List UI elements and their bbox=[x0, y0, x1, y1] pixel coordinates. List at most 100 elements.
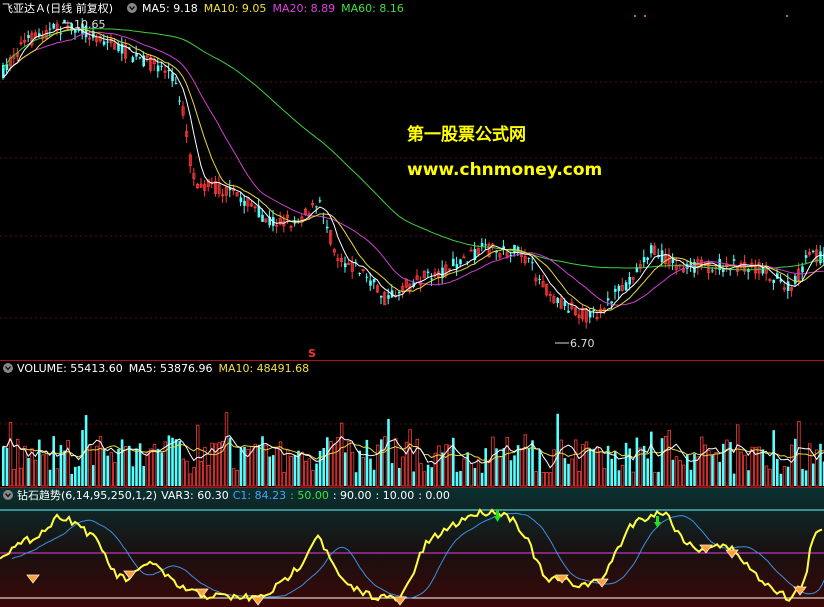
candle-body bbox=[59, 33, 63, 35]
volume-bar bbox=[718, 461, 721, 486]
candle-body bbox=[812, 250, 815, 252]
volume-bar bbox=[786, 466, 790, 486]
candle-body bbox=[588, 311, 592, 318]
candle-body bbox=[318, 200, 322, 202]
volume-bar bbox=[344, 452, 347, 486]
volume-bar bbox=[315, 463, 318, 486]
candle-body bbox=[358, 272, 361, 274]
candle-body bbox=[365, 276, 369, 278]
volume-bar bbox=[156, 448, 160, 486]
volume-bar bbox=[77, 466, 81, 486]
watermark-url: www.chnmoney.com bbox=[407, 160, 602, 180]
volume-bar bbox=[610, 458, 613, 486]
volume-bar bbox=[354, 472, 358, 486]
candle-body bbox=[48, 28, 52, 30]
candle-body bbox=[804, 255, 808, 258]
candle-body bbox=[624, 282, 628, 291]
candle-body bbox=[614, 288, 617, 292]
volume-bar bbox=[398, 467, 401, 486]
volume-bar bbox=[380, 439, 383, 486]
indicator-value: MA10: 9.05 bbox=[204, 2, 267, 15]
volume-bar bbox=[657, 471, 660, 486]
volume-bar bbox=[567, 463, 570, 486]
volume-bar bbox=[455, 471, 459, 486]
volume-bar bbox=[642, 445, 646, 486]
volume-bar bbox=[646, 458, 649, 486]
volume-bar bbox=[326, 437, 329, 486]
volume-bar bbox=[27, 457, 30, 486]
volume-bar bbox=[63, 450, 66, 486]
indicator-value: : 90.00 bbox=[333, 489, 372, 502]
indicator-settings-button[interactable] bbox=[127, 3, 137, 13]
volume-bar bbox=[531, 440, 534, 486]
volume-bar bbox=[106, 455, 109, 486]
candle-body bbox=[563, 300, 567, 307]
indicator-value: MA5: 53876.96 bbox=[129, 362, 213, 375]
candle-body bbox=[380, 295, 383, 298]
indicator-value: MA5: 9.18 bbox=[142, 2, 198, 15]
volume-bar bbox=[131, 466, 135, 486]
candle-body bbox=[801, 266, 804, 273]
volume-bar bbox=[466, 452, 469, 486]
volume-bar bbox=[563, 458, 567, 486]
volume-bar bbox=[794, 438, 797, 486]
volume-bar bbox=[722, 443, 725, 486]
candle-body bbox=[174, 83, 178, 85]
candle-body bbox=[527, 257, 531, 259]
volume-bar bbox=[538, 449, 541, 486]
volume-bar bbox=[272, 455, 275, 486]
stock-chart: 10.65 6.70 S 第一股票公式网 www.chnmoney.com 飞亚… bbox=[0, 0, 824, 607]
candle-body bbox=[761, 267, 765, 274]
volume-bar bbox=[671, 459, 675, 486]
candle-body bbox=[567, 310, 570, 313]
volume-bar bbox=[59, 445, 63, 486]
indicator-value: 钻石趋势(6,14,95,250,1,2) bbox=[17, 488, 157, 502]
candle-body bbox=[671, 259, 675, 264]
sell-signal-marker: S bbox=[308, 347, 316, 360]
volume-bar bbox=[52, 436, 55, 486]
indicator-value: MA20: 8.89 bbox=[272, 2, 335, 15]
volume-bar bbox=[135, 448, 138, 486]
volume-indicator-values: VOLUME: 55413.60 MA5: 53876.96 MA10: 48491… bbox=[17, 362, 309, 375]
candle-body bbox=[398, 291, 401, 294]
candle-body bbox=[459, 259, 462, 265]
volume-bar bbox=[779, 473, 783, 486]
candle-body bbox=[650, 245, 653, 254]
candle-body bbox=[52, 24, 55, 29]
volume-bar bbox=[776, 459, 779, 486]
volume-bar bbox=[527, 448, 531, 486]
candle-body bbox=[786, 281, 790, 291]
candle-body bbox=[556, 297, 559, 303]
candle-body bbox=[171, 73, 174, 82]
indicator-value: : 0.00 bbox=[418, 489, 450, 502]
volume-bar bbox=[171, 437, 174, 486]
candle-body bbox=[794, 275, 797, 284]
indicator-value: MA60: 8.16 bbox=[341, 2, 404, 15]
oscillator-indicator-values: 钻石趋势(6,14,95,250,1,2) VAR3: 60.30 C1: 84.2… bbox=[17, 488, 450, 502]
volume-bar bbox=[318, 450, 322, 486]
candle-body bbox=[617, 285, 621, 292]
volume-bar bbox=[801, 468, 804, 486]
candle-body bbox=[369, 280, 372, 286]
volume-bar bbox=[390, 463, 394, 486]
volume-bar bbox=[660, 438, 664, 486]
volume-bar bbox=[38, 439, 41, 486]
price-panel: 10.65 6.70 S 第一股票公式网 www.chnmoney.com 飞亚… bbox=[0, 0, 824, 360]
candle-body bbox=[261, 214, 264, 222]
indicator-value: C1: 84.23 bbox=[233, 489, 286, 502]
candle-body bbox=[480, 243, 484, 247]
candle-body bbox=[135, 53, 138, 57]
candle-body bbox=[722, 269, 725, 272]
oscillator-settings-button[interactable] bbox=[3, 490, 13, 500]
candle-body bbox=[243, 200, 246, 206]
volume-bar bbox=[167, 435, 171, 486]
indicator-value: VAR3: 60.30 bbox=[161, 489, 229, 502]
volume-bar bbox=[513, 455, 516, 486]
candle-body bbox=[531, 262, 534, 264]
volume-settings-button[interactable] bbox=[3, 363, 13, 373]
volume-bar bbox=[689, 469, 693, 486]
volume-bar bbox=[70, 473, 73, 486]
candle-body bbox=[628, 277, 631, 285]
volume-bar bbox=[693, 453, 696, 486]
volume-bar bbox=[732, 473, 736, 486]
